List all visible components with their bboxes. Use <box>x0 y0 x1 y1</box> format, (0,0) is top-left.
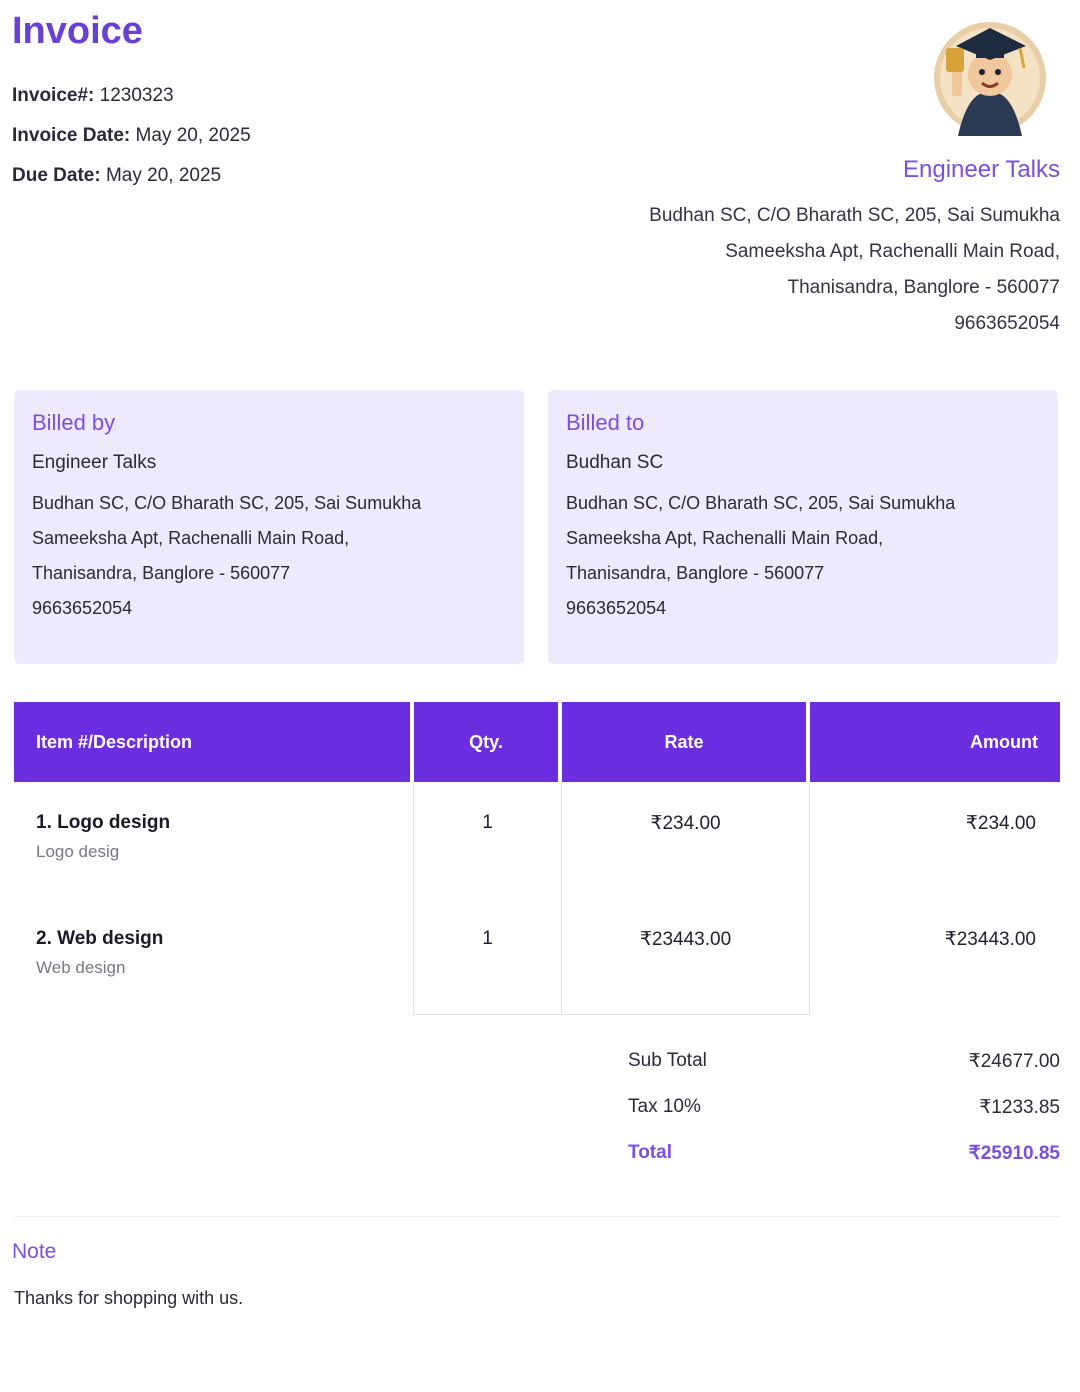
header-amount: Amount <box>970 731 1038 752</box>
business-address: Budhan SC, C/O Bharath SC, 205, Sai Sumu… <box>649 198 1060 342</box>
billed-to-address: Budhan SC, C/O Bharath SC, 205, Sai Sumu… <box>566 486 1040 626</box>
amount-column: ₹234.00 ₹23443.00 <box>810 782 1060 1015</box>
header-qty: Qty. <box>414 702 562 782</box>
billed-to-card: Billed to Budhan SC Budhan SC, C/O Bhara… <box>548 390 1058 664</box>
business-address-line: Budhan SC, C/O Bharath SC, 205, Sai Sumu… <box>649 205 1060 226</box>
invoice-meta: Invoice#: 1230323 Invoice Date: May 20, … <box>12 76 251 196</box>
business-phone: 9663652054 <box>954 313 1060 334</box>
invoice-date: May 20, 2025 <box>135 125 251 146</box>
billed-to-heading: Billed to <box>566 410 645 435</box>
invoice-number-row: Invoice#: 1230323 <box>12 76 251 116</box>
billed-to-name: Budhan SC <box>566 452 664 473</box>
note-text: Thanks for shopping with us. <box>14 1288 244 1308</box>
invoice-title: Invoice <box>12 10 143 52</box>
items-table: Item #/Description Qty. Rate Amount 1. L… <box>14 702 1060 1015</box>
qty-column: 1 1 <box>414 782 562 1015</box>
subtotal-label: Sub Total <box>628 1050 707 1071</box>
items-table-header: Item #/Description Qty. Rate Amount <box>14 702 1060 782</box>
billed-by-address: Budhan SC, C/O Bharath SC, 205, Sai Sumu… <box>32 486 506 626</box>
item-qty: 1 <box>482 928 493 949</box>
item-name: 2. Web design <box>36 928 164 949</box>
billed-by-name: Engineer Talks <box>32 452 157 473</box>
tax-label: Tax 10% <box>628 1096 701 1117</box>
note-heading: Note <box>12 1240 57 1263</box>
due-date-row: Due Date: May 20, 2025 <box>12 156 251 196</box>
divider <box>14 1216 1060 1217</box>
header-rate: Rate <box>562 702 810 782</box>
items-table-body: 1. Logo design Logo desig 2. Web design … <box>14 782 1060 1015</box>
graduate-mascot-logo <box>934 22 1046 136</box>
total-row: Total ₹25910.85 <box>628 1142 1060 1188</box>
billed-to-address-line: Thanisandra, Banglore - 560077 <box>566 563 825 583</box>
total-value: ₹25910.85 <box>968 1143 1060 1164</box>
invoice-number-label: Invoice#: <box>12 85 95 106</box>
item-rate: ₹23443.00 <box>639 929 732 950</box>
subtotal-value: ₹24677.00 <box>968 1051 1060 1072</box>
business-address-line: Thanisandra, Banglore - 560077 <box>787 277 1060 298</box>
due-date: May 20, 2025 <box>105 165 222 186</box>
subtotal-row: Sub Total ₹24677.00 <box>628 1050 1060 1096</box>
totals-block: Sub Total ₹24677.00 Tax 10% ₹1233.85 Tot… <box>628 1050 1060 1188</box>
billed-by-address-line: Thanisandra, Banglore - 560077 <box>32 563 291 583</box>
total-label: Total <box>628 1142 672 1163</box>
billed-by-address-line: Budhan SC, C/O Bharath SC, 205, Sai Sumu… <box>32 493 422 513</box>
business-info: Engineer Talks Budhan SC, C/O Bharath SC… <box>649 156 1060 342</box>
table-row: 1. Logo design Logo desig <box>14 782 413 898</box>
billed-by-card: Billed by Engineer Talks Budhan SC, C/O … <box>14 390 524 664</box>
billed-to-address-line: Budhan SC, C/O Bharath SC, 205, Sai Sumu… <box>566 493 956 513</box>
item-description: Web design <box>36 958 126 977</box>
invoice-date-row: Invoice Date: May 20, 2025 <box>12 116 251 156</box>
billed-by-address-line: Sameeksha Apt, Rachenalli Main Road, <box>32 528 350 548</box>
billed-by-phone: 9663652054 <box>32 598 133 618</box>
table-row: 2. Web design Web design <box>14 898 413 1014</box>
description-column: 1. Logo design Logo desig 2. Web design … <box>14 782 414 1015</box>
business-name: Engineer Talks <box>903 156 1060 183</box>
billed-to-address-line: Sameeksha Apt, Rachenalli Main Road, <box>566 528 884 548</box>
item-qty: 1 <box>482 812 493 833</box>
invoice-date-label: Invoice Date: <box>12 125 131 146</box>
item-description: Logo desig <box>36 842 120 861</box>
tax-row: Tax 10% ₹1233.85 <box>628 1096 1060 1142</box>
billed-by-heading: Billed by <box>32 410 116 435</box>
item-name: 1. Logo design <box>36 812 171 833</box>
item-amount: ₹23443.00 <box>944 929 1036 950</box>
rate-column: ₹234.00 ₹23443.00 <box>562 782 810 1015</box>
business-address-line: Sameeksha Apt, Rachenalli Main Road, <box>725 241 1060 262</box>
due-date-label: Due Date: <box>12 165 101 186</box>
tax-value: ₹1233.85 <box>979 1097 1060 1118</box>
item-amount: ₹234.00 <box>965 813 1036 834</box>
invoice-number: 1230323 <box>99 85 174 106</box>
billed-to-phone: 9663652054 <box>566 598 667 618</box>
item-rate: ₹234.00 <box>650 813 721 834</box>
header-description: Item #/Description <box>14 702 414 782</box>
